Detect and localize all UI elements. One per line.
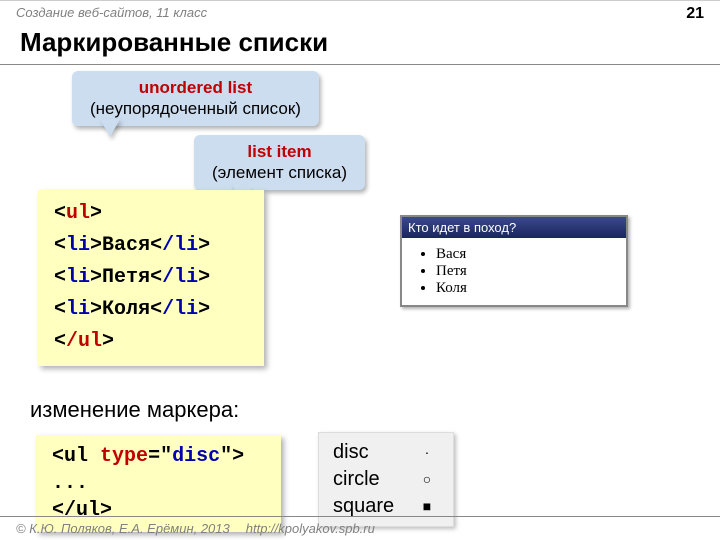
- code-tag-li-close: /li: [162, 234, 198, 257]
- code-ellipsis: ...: [52, 470, 265, 497]
- list-item: Коля: [436, 280, 618, 297]
- code-tag-li-close: /li: [162, 298, 198, 321]
- code-bracket: <: [52, 445, 64, 468]
- code-bracket: <: [54, 266, 66, 289]
- code-bracket: >: [102, 330, 114, 353]
- list-item: Петя: [436, 263, 618, 280]
- browser-preview: Кто идет в поход? Вася Петя Коля: [400, 215, 628, 307]
- code-bracket: >: [198, 234, 210, 257]
- code-bracket: ">: [220, 445, 244, 468]
- callout-unordered-sub: (неупорядоченный список): [90, 98, 301, 119]
- code-eq: =": [148, 445, 172, 468]
- marker-row-circle: circle ○: [333, 466, 435, 493]
- code-bracket: <: [150, 266, 162, 289]
- code-tag-ul-close: /ul: [66, 330, 102, 353]
- list-item: Вася: [436, 246, 618, 263]
- slide-header: Создание веб-сайтов, 11 класс 21: [0, 0, 720, 25]
- code-bracket: <: [54, 298, 66, 321]
- callout-unordered-title: unordered list: [90, 77, 301, 98]
- code-value-disc: disc: [172, 445, 220, 468]
- code-attr-type: type: [100, 445, 148, 468]
- code-bracket: <: [54, 330, 66, 353]
- callout-listitem-title: list item: [212, 141, 347, 162]
- code-tag-ul: ul: [64, 445, 88, 468]
- code-bracket: >: [90, 234, 102, 257]
- browser-body: Вася Петя Коля: [402, 238, 626, 305]
- square-icon: ■: [419, 497, 435, 516]
- code-bracket: >: [90, 298, 102, 321]
- course-label: Создание веб-сайтов, 11 класс: [16, 5, 207, 23]
- code-bracket: <: [54, 202, 66, 225]
- slide-content: unordered list (неупорядоченный список) …: [0, 65, 720, 505]
- callout-listitem-sub: (элемент списка): [212, 162, 347, 183]
- code-tag-li: li: [66, 266, 90, 289]
- footer-url: http://kpolyakov.spb.ru: [246, 521, 375, 536]
- slide-footer: © К.Ю. Поляков, Е.А. Ерёмин, 2013 http:/…: [0, 516, 720, 540]
- subtitle-marker-change: изменение маркера:: [30, 397, 239, 423]
- callout-tail: [100, 119, 120, 137]
- code-bracket: >: [198, 266, 210, 289]
- code-example-ul: <ul> <li>Вася</li> <li>Петя</li> <li>Кол…: [38, 190, 264, 366]
- code-bracket: <: [54, 234, 66, 257]
- code-tag-ul: ul: [66, 202, 90, 225]
- page-number: 21: [686, 5, 704, 23]
- callout-unordered-list: unordered list (неупорядоченный список): [72, 71, 319, 126]
- code-text: Петя: [102, 266, 150, 289]
- code-tag-li: li: [66, 234, 90, 257]
- disc-icon: ·: [419, 443, 435, 462]
- code-text: Коля: [102, 298, 150, 321]
- slide-title: Маркированные списки: [0, 25, 720, 65]
- code-space: [88, 445, 100, 468]
- marker-types-box: disc · circle ○ square ■: [318, 432, 454, 527]
- marker-row-disc: disc ·: [333, 439, 435, 466]
- code-bracket: <: [150, 234, 162, 257]
- code-tag-li: li: [66, 298, 90, 321]
- marker-label: disc: [333, 439, 391, 466]
- code-tag-li-close: /li: [162, 266, 198, 289]
- code-bracket: >: [198, 298, 210, 321]
- browser-titlebar: Кто идет в поход?: [402, 217, 626, 238]
- code-text: Вася: [102, 234, 150, 257]
- marker-label: circle: [333, 466, 391, 493]
- code-bracket: >: [90, 266, 102, 289]
- circle-icon: ○: [419, 470, 435, 489]
- code-bracket: >: [90, 202, 102, 225]
- code-bracket: <: [150, 298, 162, 321]
- callout-list-item: list item (элемент списка): [194, 135, 365, 190]
- copyright: © К.Ю. Поляков, Е.А. Ерёмин, 2013: [16, 521, 230, 536]
